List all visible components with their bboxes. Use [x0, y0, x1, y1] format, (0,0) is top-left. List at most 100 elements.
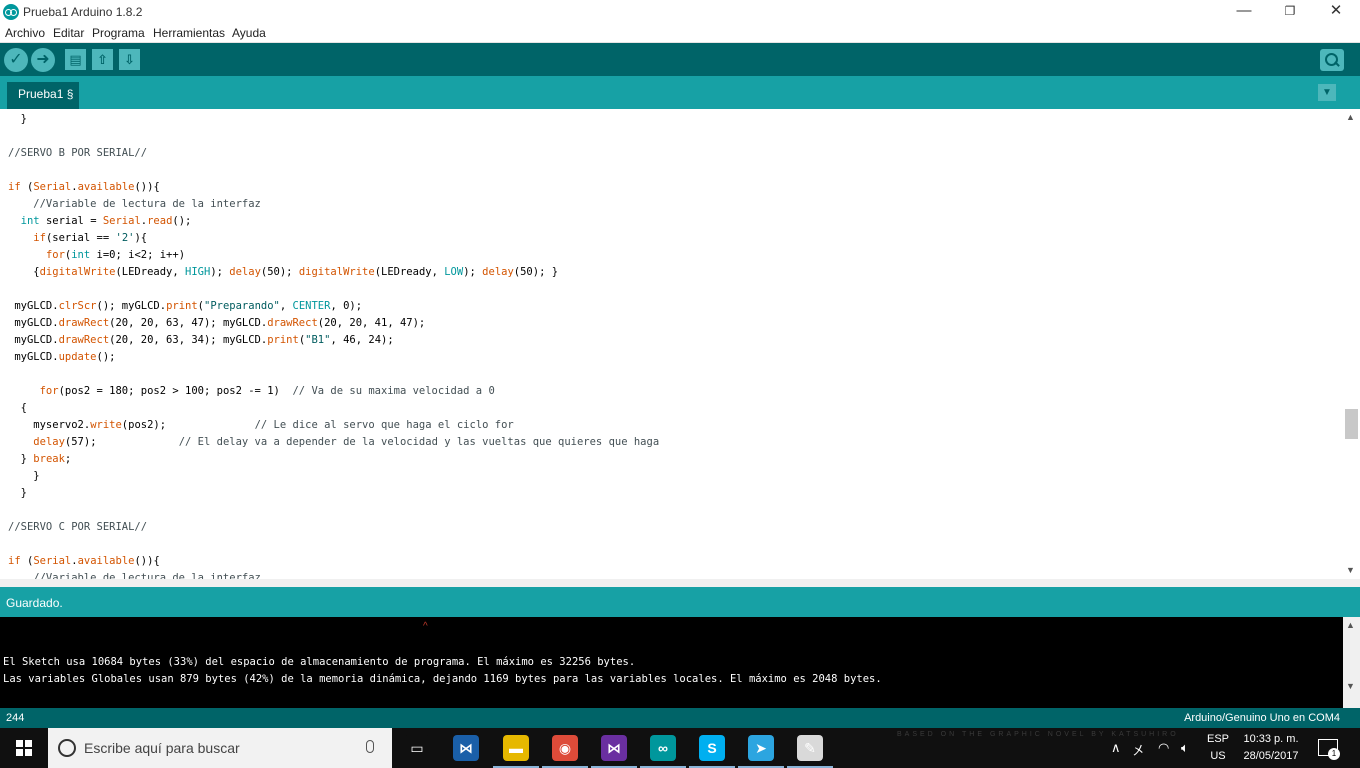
- code-token: // Va de su maxima velocidad a 0: [292, 385, 495, 397]
- menu-herramientas[interactable]: Herramientas: [153, 26, 225, 40]
- code-token: print: [267, 334, 299, 346]
- clock-time[interactable]: 10:33 p. m.: [1238, 733, 1304, 745]
- code-token: (20, 20, 41, 47);: [317, 317, 426, 329]
- new-sketch-button[interactable]: ▤: [65, 49, 86, 70]
- code-token: (57);: [64, 436, 179, 448]
- code-line[interactable]: {digitalWrite(LEDready, HIGH); delay(50)…: [8, 264, 558, 281]
- code-token: Serial: [33, 181, 72, 193]
- taskbar-search[interactable]: Escribe aquí para buscar: [48, 728, 392, 768]
- code-line[interactable]: //Variable de lectura de la interfaz: [8, 196, 261, 213]
- code-line[interactable]: //SERVO C POR SERIAL//: [8, 519, 147, 536]
- minimize-button[interactable]: —: [1221, 0, 1267, 24]
- ime-icon[interactable]: 㐅: [1132, 740, 1145, 759]
- visual-studio-icon[interactable]: ⋈: [601, 735, 627, 761]
- skype-icon[interactable]: S: [699, 735, 725, 761]
- file-explorer-icon[interactable]: ▬: [503, 735, 529, 761]
- code-editor[interactable]: } //SERVO B POR SERIAL// if (Serial.availa…: [0, 109, 1343, 579]
- volume-icon[interactable]: 🔈︎: [1181, 740, 1189, 756]
- code-line[interactable]: //SERVO B POR SERIAL//: [8, 145, 147, 162]
- open-sketch-button[interactable]: ⇧: [92, 49, 113, 70]
- code-line[interactable]: //Variable de lectura de la interfaz: [8, 570, 261, 579]
- upload-button[interactable]: ➜: [31, 48, 55, 72]
- code-token: write: [90, 419, 122, 431]
- code-token: for: [39, 385, 59, 397]
- editor-console-divider[interactable]: [0, 579, 1360, 587]
- code-token: (50); }: [513, 266, 559, 278]
- code-line[interactable]: for(pos2 = 180; pos2 > 100; pos2 -= 1) /…: [8, 383, 495, 400]
- scroll-up-icon[interactable]: ▲: [1346, 620, 1355, 630]
- code-token: (pos2);: [121, 419, 255, 431]
- scroll-down-icon[interactable]: ▼: [1346, 681, 1355, 691]
- code-token: int: [71, 249, 91, 261]
- code-line[interactable]: }: [8, 468, 39, 485]
- code-token: //SERVO C POR SERIAL//: [8, 521, 148, 533]
- code-token: (LEDready,: [374, 266, 445, 278]
- console-scrollbar[interactable]: ▲ ▼: [1343, 617, 1360, 708]
- code-line[interactable]: if(serial == '2'){: [8, 230, 147, 247]
- title-bar: Prueba1 Arduino 1.8.2 — ❐ ✕: [0, 0, 1360, 24]
- code-line[interactable]: myservo2.write(pos2); // Le dice al serv…: [8, 417, 513, 434]
- maximize-button[interactable]: ❐: [1267, 0, 1313, 24]
- code-line[interactable]: } break;: [8, 451, 72, 468]
- code-line[interactable]: myGLCD.drawRect(20, 20, 63, 34); myGLCD.…: [8, 332, 393, 349]
- start-button[interactable]: [0, 728, 48, 768]
- code-token: delay: [482, 266, 514, 278]
- code-token: Serial: [102, 215, 141, 227]
- save-sketch-button[interactable]: ⇩: [119, 49, 140, 70]
- paint-icon[interactable]: ✎: [797, 735, 823, 761]
- code-token: "B1": [305, 334, 331, 346]
- telegram-icon[interactable]: ➤: [748, 735, 774, 761]
- code-token: myGLCD.: [8, 317, 59, 329]
- code-line[interactable]: if (Serial.available()){: [8, 179, 160, 196]
- code-token: available: [77, 181, 135, 193]
- console-line: Las variables Globales usan 879 bytes (4…: [3, 673, 882, 685]
- code-line[interactable]: myGLCD.update();: [8, 349, 115, 366]
- language-bottom[interactable]: US: [1206, 750, 1230, 762]
- tab-menu-button[interactable]: ▼: [1318, 84, 1336, 101]
- clock-date[interactable]: 28/05/2017: [1238, 750, 1304, 762]
- code-line[interactable]: delay(57); // El delay va a depender de …: [8, 434, 659, 451]
- code-line[interactable]: myGLCD.clrScr(); myGLCD.print("Preparand…: [8, 298, 362, 315]
- code-line[interactable]: for(int i=0; i<2; i++): [8, 247, 185, 264]
- menu-programa[interactable]: Programa: [92, 26, 145, 40]
- chrome-icon[interactable]: ◉: [552, 735, 578, 761]
- code-token: (50);: [260, 266, 299, 278]
- code-token: "Preparando": [204, 300, 280, 312]
- code-token: );: [463, 266, 483, 278]
- task-view-icon[interactable]: ▭: [404, 735, 430, 761]
- microphone-icon[interactable]: [366, 740, 374, 753]
- code-line[interactable]: {: [8, 400, 27, 417]
- chevron-up-icon[interactable]: ∧: [1111, 740, 1121, 756]
- code-line[interactable]: }: [8, 111, 27, 128]
- tab-prueba1[interactable]: Prueba1 §: [7, 82, 79, 109]
- scroll-up-icon[interactable]: ▲: [1346, 112, 1355, 122]
- output-console: ^ El Sketch usa 10684 bytes (33%) del es…: [0, 617, 1343, 708]
- wifi-icon[interactable]: ◠: [1158, 740, 1169, 756]
- code-line[interactable]: int serial = Serial.read();: [8, 213, 192, 230]
- code-token: (LEDready,: [115, 266, 186, 278]
- code-line[interactable]: }: [8, 485, 27, 502]
- menu-ayuda[interactable]: Ayuda: [232, 26, 266, 40]
- code-line[interactable]: if (Serial.available()){: [8, 553, 160, 570]
- scroll-thumb[interactable]: [1345, 409, 1358, 439]
- code-token: (20, 20, 63, 47); myGLCD.: [109, 317, 268, 329]
- code-token: myservo2.: [8, 419, 91, 431]
- code-token: '2': [115, 232, 135, 244]
- serial-monitor-button[interactable]: [1320, 49, 1344, 71]
- arrow-up-icon: ⇧: [97, 52, 108, 67]
- verify-button[interactable]: ✓: [4, 48, 28, 72]
- scroll-down-icon[interactable]: ▼: [1346, 565, 1355, 575]
- visual-studio-code-icon[interactable]: ⋈: [453, 735, 479, 761]
- close-button[interactable]: ✕: [1313, 0, 1359, 24]
- code-token: Serial: [33, 555, 72, 567]
- menu-editar[interactable]: Editar: [53, 26, 84, 40]
- search-input[interactable]: Escribe aquí para buscar: [84, 740, 240, 756]
- editor-scrollbar[interactable]: ▲ ▼: [1343, 109, 1360, 579]
- code-token: int: [20, 215, 40, 227]
- language-top[interactable]: ESP: [1206, 733, 1230, 745]
- arduino-icon[interactable]: ∞: [650, 735, 676, 761]
- code-line[interactable]: myGLCD.drawRect(20, 20, 63, 47); myGLCD.…: [8, 315, 425, 332]
- menu-archivo[interactable]: Archivo: [5, 26, 45, 40]
